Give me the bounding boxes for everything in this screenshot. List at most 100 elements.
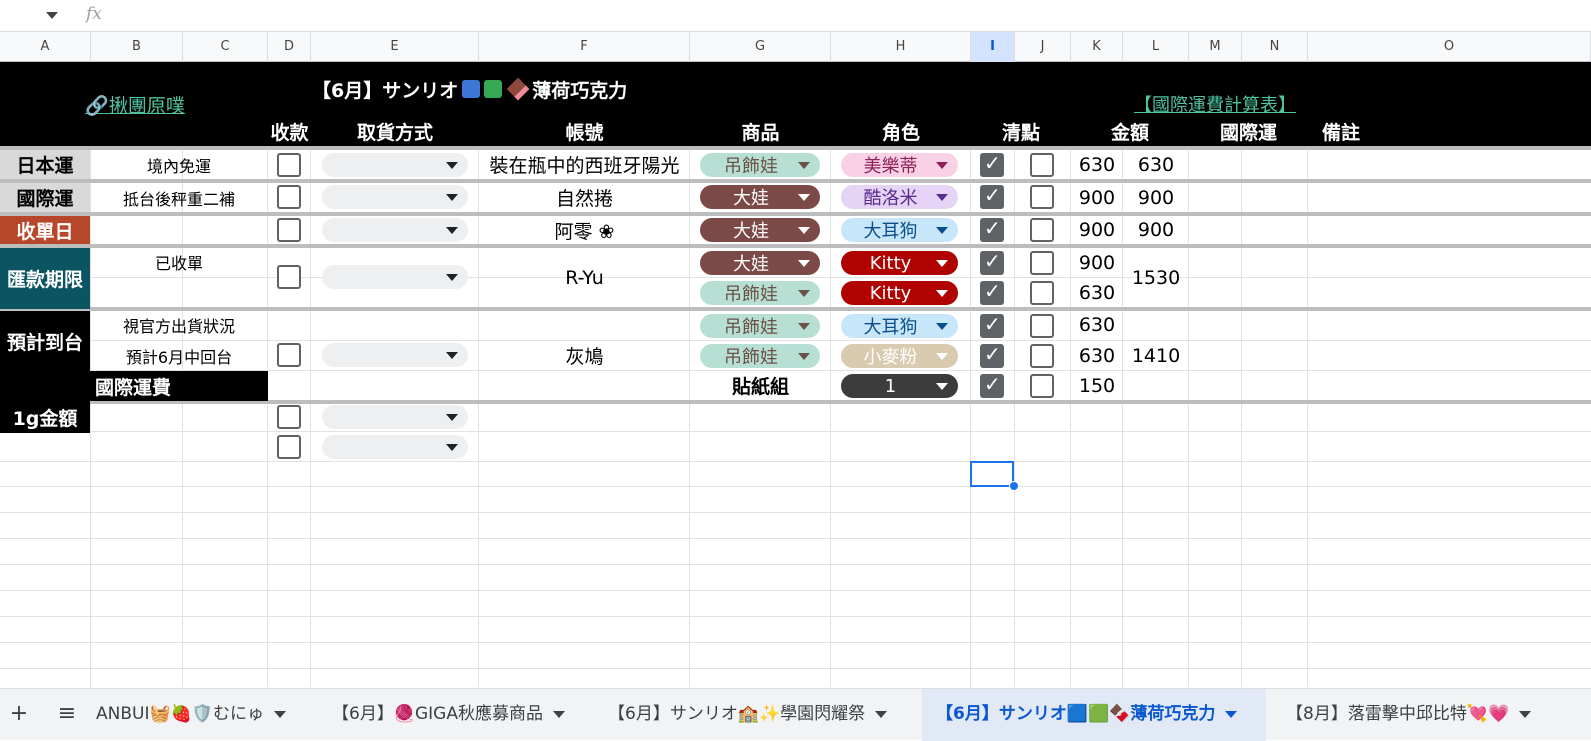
column-header-a[interactable]: A (0, 32, 91, 62)
column-header-k[interactable]: K (1071, 32, 1123, 62)
tab-sheet-5[interactable]: 【8月】落雷擊中邱比特💘💗 (1272, 689, 1572, 741)
collect-checkbox[interactable] (277, 185, 301, 209)
character-dropdown[interactable]: 1 (841, 374, 958, 398)
pickup-dropdown[interactable] (322, 265, 468, 289)
character-dropdown[interactable]: Kitty (841, 251, 958, 275)
gridline (310, 62, 311, 687)
column-header-j[interactable]: J (1015, 32, 1071, 62)
pickup-dropdown[interactable] (322, 218, 468, 242)
original-post-link[interactable]: 🔗揪團原噗 (0, 84, 270, 124)
product-label: 大娃 (733, 221, 769, 242)
info-value-per-gram[interactable] (91, 404, 267, 433)
product-dropdown[interactable]: 大娃 (700, 251, 820, 275)
item-amount: 150 (1078, 374, 1116, 397)
check-secondary-checkbox[interactable] (1030, 344, 1054, 368)
character-dropdown[interactable]: Kitty (841, 281, 958, 305)
product-label: 吊飾娃 (724, 156, 778, 177)
collect-checkbox[interactable] (277, 218, 301, 242)
add-sheet-button[interactable]: + (6, 689, 32, 741)
product-dropdown[interactable]: 吊飾娃 (700, 281, 820, 305)
check-done-checkbox[interactable] (980, 372, 1004, 398)
check-done-checkbox[interactable] (980, 312, 1004, 338)
chevron-down-icon (552, 710, 565, 718)
check-done-checkbox[interactable] (980, 216, 1004, 242)
all-sheets-menu-button[interactable]: ≡ (52, 689, 82, 741)
column-header-e[interactable]: E (311, 32, 479, 62)
sheet-title-prefix: 【6月】サンリオ (312, 79, 459, 102)
check-done-checkbox[interactable] (980, 249, 1004, 275)
gridline (970, 62, 971, 687)
chevron-down-icon[interactable] (46, 12, 58, 19)
character-dropdown[interactable]: 大耳狗 (841, 218, 958, 242)
product-label: 吊飾娃 (724, 317, 778, 338)
character-dropdown[interactable]: 美樂蒂 (841, 153, 958, 177)
name-box[interactable] (0, 0, 70, 32)
chevron-down-icon (446, 414, 458, 421)
pickup-dropdown[interactable] (322, 343, 468, 367)
info-label-intl-shipping: 國際運 (0, 183, 90, 212)
collect-checkbox[interactable] (277, 405, 301, 429)
column-header-m[interactable]: M (1189, 32, 1242, 62)
account-name: 自然捲 (555, 188, 613, 210)
info-label-per-gram: 1g金額 (0, 401, 90, 433)
character-dropdown[interactable]: 酷洛米 (841, 185, 958, 209)
selected-cell[interactable] (970, 461, 1014, 487)
tab-sheet-1[interactable]: ANBUI🧺🍓🛡️むにゅ (94, 689, 316, 741)
check-done-checkbox[interactable] (980, 342, 1004, 368)
formula-input[interactable] (115, 2, 1585, 30)
column-header-o[interactable]: O (1308, 32, 1591, 62)
chevron-down-icon (273, 710, 286, 718)
info-label-intl-fee: 國際運費 (0, 371, 268, 401)
column-header-f[interactable]: F (479, 32, 690, 62)
collect-checkbox[interactable] (277, 343, 301, 367)
tab-sheet-2[interactable]: 【6月】🧶GIGA秋應募商品 (320, 689, 590, 741)
collect-checkbox[interactable] (277, 265, 301, 289)
sheet-title: 【6月】サンリオ 薄荷巧克力 (312, 72, 692, 106)
product-dropdown[interactable]: 吊飾娃 (700, 314, 820, 338)
column-header-g[interactable]: G (690, 32, 831, 62)
sheet-grid[interactable]: 🔗揪團原噗 【6月】サンリオ 薄荷巧克力 【國際運費計算表】 收款 取貨方式 帳… (0, 62, 1591, 687)
column-header-d[interactable]: D (268, 32, 311, 62)
check-done-checkbox[interactable] (980, 279, 1004, 305)
item-amount: 900 (1078, 219, 1116, 241)
pickup-dropdown[interactable] (322, 185, 468, 209)
tab-sheet-3[interactable]: 【6月】サンリオ🏫✨學園閃耀祭 (596, 689, 916, 741)
character-label: 美樂蒂 (863, 156, 918, 177)
check-secondary-checkbox[interactable] (1030, 153, 1054, 177)
pickup-dropdown[interactable] (322, 435, 468, 459)
tab-sheet-4[interactable]: 【6月】サンリオ🟦🟩🍫薄荷巧克力 (922, 689, 1266, 741)
check-secondary-checkbox[interactable] (1030, 374, 1054, 398)
gridline (0, 616, 1591, 617)
pickup-dropdown[interactable] (322, 405, 468, 429)
gridline (0, 590, 1591, 591)
collect-checkbox[interactable] (277, 435, 301, 459)
check-secondary-checkbox[interactable] (1030, 314, 1054, 338)
product-label: 大娃 (733, 188, 769, 209)
column-header-n[interactable]: N (1242, 32, 1308, 62)
column-header-b[interactable]: B (91, 32, 183, 62)
check-done-checkbox[interactable] (980, 151, 1004, 177)
chevron-down-icon (798, 162, 810, 169)
order-total: 1530 (1131, 266, 1181, 289)
column-header-c[interactable]: C (183, 32, 268, 62)
character-dropdown[interactable]: 小麥粉 (841, 344, 958, 368)
check-secondary-checkbox[interactable] (1030, 218, 1054, 242)
product-dropdown[interactable]: 大娃 (700, 218, 820, 242)
column-header-i[interactable]: I (971, 32, 1015, 62)
product-dropdown[interactable]: 吊飾娃 (700, 153, 820, 177)
column-header-l[interactable]: L (1123, 32, 1189, 62)
chevron-down-icon (1519, 710, 1532, 718)
character-dropdown[interactable]: 大耳狗 (841, 314, 958, 338)
column-header-h[interactable]: H (831, 32, 971, 62)
check-secondary-checkbox[interactable] (1030, 251, 1054, 275)
check-done-checkbox[interactable] (980, 183, 1004, 209)
product-dropdown[interactable]: 大娃 (700, 185, 820, 209)
collect-checkbox[interactable] (277, 153, 301, 177)
product-dropdown[interactable]: 吊飾娃 (700, 344, 820, 368)
check-secondary-checkbox[interactable] (1030, 185, 1054, 209)
chevron-down-icon (936, 323, 948, 330)
check-secondary-checkbox[interactable] (1030, 281, 1054, 305)
pickup-dropdown[interactable] (322, 153, 468, 177)
tab-label: 【6月】🧶GIGA秋應募商品 (332, 704, 543, 724)
fill-handle[interactable] (1009, 481, 1019, 491)
